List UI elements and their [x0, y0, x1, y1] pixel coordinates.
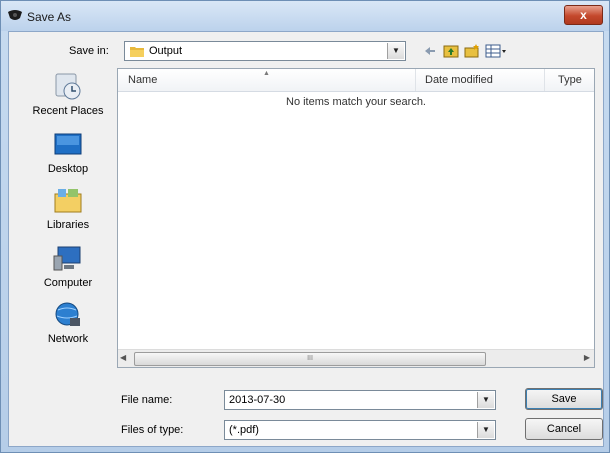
column-header-name[interactable]: Name [128, 74, 157, 86]
views-menu-icon[interactable] [485, 43, 507, 59]
folder-icon [130, 47, 144, 57]
file-name-field[interactable]: 2013-07-30 ▼ [224, 390, 496, 410]
scroll-left-icon[interactable]: ◀ [120, 353, 126, 362]
place-label: Libraries [46, 219, 90, 231]
scrollbar-thumb[interactable]: III [134, 352, 486, 366]
chevron-down-icon[interactable]: ▼ [387, 43, 404, 59]
place-computer[interactable]: Computer [19, 244, 117, 289]
save-in-dropdown[interactable]: Output ▼ [124, 41, 406, 61]
app-icon [8, 10, 22, 20]
chevron-down-icon[interactable]: ▼ [477, 392, 494, 408]
recent-places-icon [55, 73, 81, 100]
dialog-body: Save in: Output ▼ Recent Places Desktop … [8, 31, 604, 447]
column-header-type[interactable]: Type [558, 74, 582, 86]
places-bar: Recent Places Desktop Libraries Computer… [19, 66, 117, 366]
file-type-value: (*.pdf) [229, 424, 259, 436]
place-recent-places[interactable]: Recent Places [19, 72, 117, 117]
title-bar[interactable]: Save As x [1, 1, 609, 31]
place-label: Desktop [47, 163, 89, 175]
place-libraries[interactable]: Libraries [19, 186, 117, 231]
file-list-header: Name ▲ Date modified Type [118, 69, 594, 92]
place-network[interactable]: Network [19, 300, 117, 345]
file-type-label: Files of type: [121, 424, 184, 436]
cancel-button[interactable]: Cancel [525, 418, 603, 440]
chevron-down-icon[interactable]: ▼ [477, 422, 494, 438]
save-as-dialog: Save As x Save in: Output ▼ Recent Place… [0, 0, 610, 453]
file-type-dropdown[interactable]: (*.pdf) ▼ [224, 420, 496, 440]
scroll-right-icon[interactable]: ▶ [584, 353, 590, 362]
horizontal-scrollbar[interactable]: ◀ III ▶ [118, 349, 594, 367]
column-divider[interactable] [415, 69, 416, 91]
file-name-value: 2013-07-30 [229, 394, 286, 406]
dialog-title: Save As [27, 10, 72, 24]
new-folder-icon[interactable] [464, 43, 480, 59]
place-label: Network [47, 333, 89, 345]
column-header-date-modified[interactable]: Date modified [425, 74, 493, 86]
place-label: Recent Places [32, 105, 104, 117]
place-desktop[interactable]: Desktop [19, 130, 117, 175]
libraries-icon [54, 189, 82, 213]
save-button[interactable]: Save [525, 388, 603, 410]
file-list[interactable]: Name ▲ Date modified Type No items match… [117, 68, 595, 368]
desktop-icon [54, 133, 82, 155]
computer-icon [53, 246, 81, 271]
empty-message: No items match your search. [286, 96, 426, 108]
sort-arrow-icon: ▲ [263, 70, 270, 77]
column-divider[interactable] [544, 69, 545, 91]
save-in-value: Output [149, 45, 183, 57]
place-label: Computer [43, 277, 93, 289]
network-icon [55, 302, 80, 326]
back-arrow-icon[interactable] [423, 43, 437, 59]
up-folder-icon[interactable] [443, 43, 459, 59]
file-name-label: File name: [121, 394, 173, 406]
close-button[interactable]: x [564, 5, 603, 25]
save-in-label: Save in: [69, 45, 109, 57]
